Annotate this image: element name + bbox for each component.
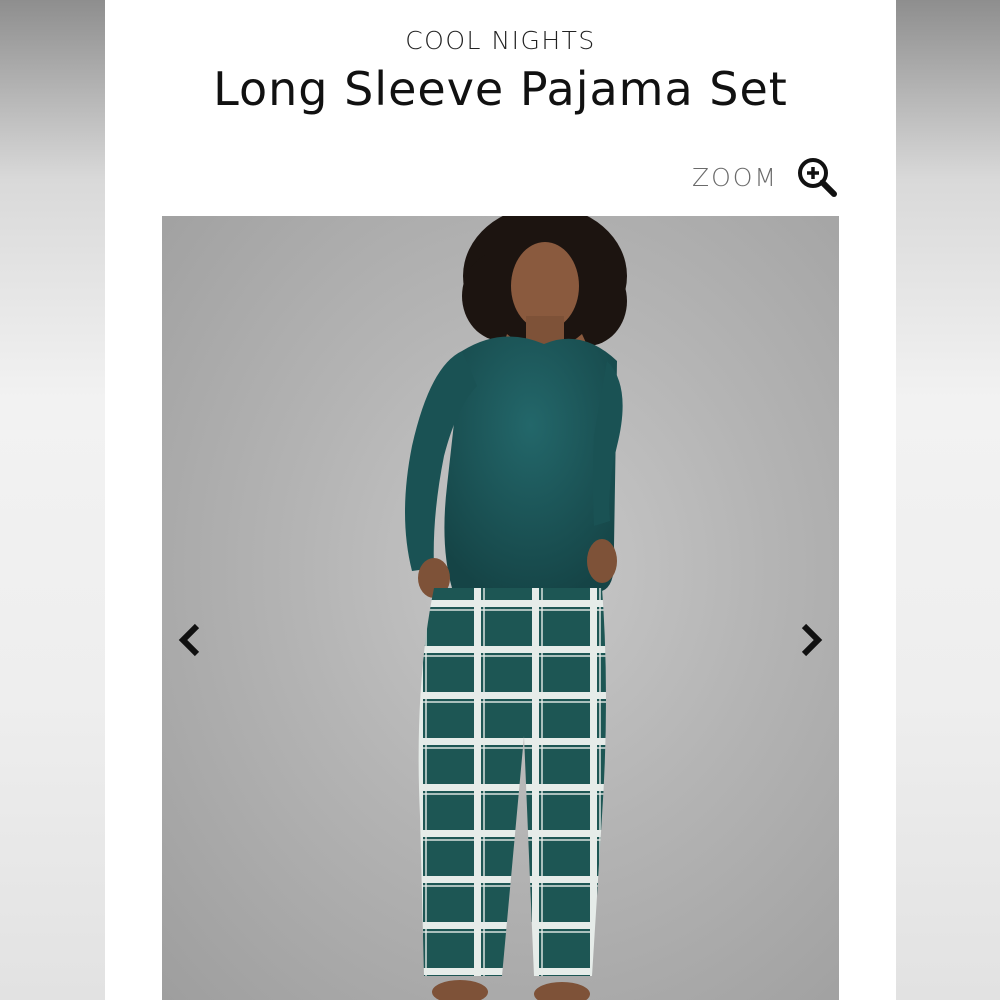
- next-image-button[interactable]: [793, 618, 829, 662]
- model-illustration: [405, 216, 627, 1000]
- product-photo[interactable]: [162, 216, 839, 1000]
- left-backdrop: [0, 0, 105, 1000]
- product-card: COOL NIGHTS Long Sleeve Pajama Set ZOOM: [105, 0, 896, 1000]
- chevron-left-icon: [178, 623, 200, 657]
- zoom-button[interactable]: ZOOM: [692, 156, 838, 198]
- brand-name[interactable]: COOL NIGHTS: [105, 26, 896, 55]
- zoom-label: ZOOM: [691, 162, 778, 192]
- product-title: Long Sleeve Pajama Set: [213, 62, 788, 116]
- chevron-right-icon: [801, 623, 823, 657]
- right-backdrop: [896, 0, 1000, 1000]
- zoom-in-icon: [798, 158, 837, 197]
- previous-image-button[interactable]: [172, 618, 208, 662]
- listing-screen: COOL NIGHTS Long Sleeve Pajama Set ZOOM: [0, 0, 1000, 1000]
